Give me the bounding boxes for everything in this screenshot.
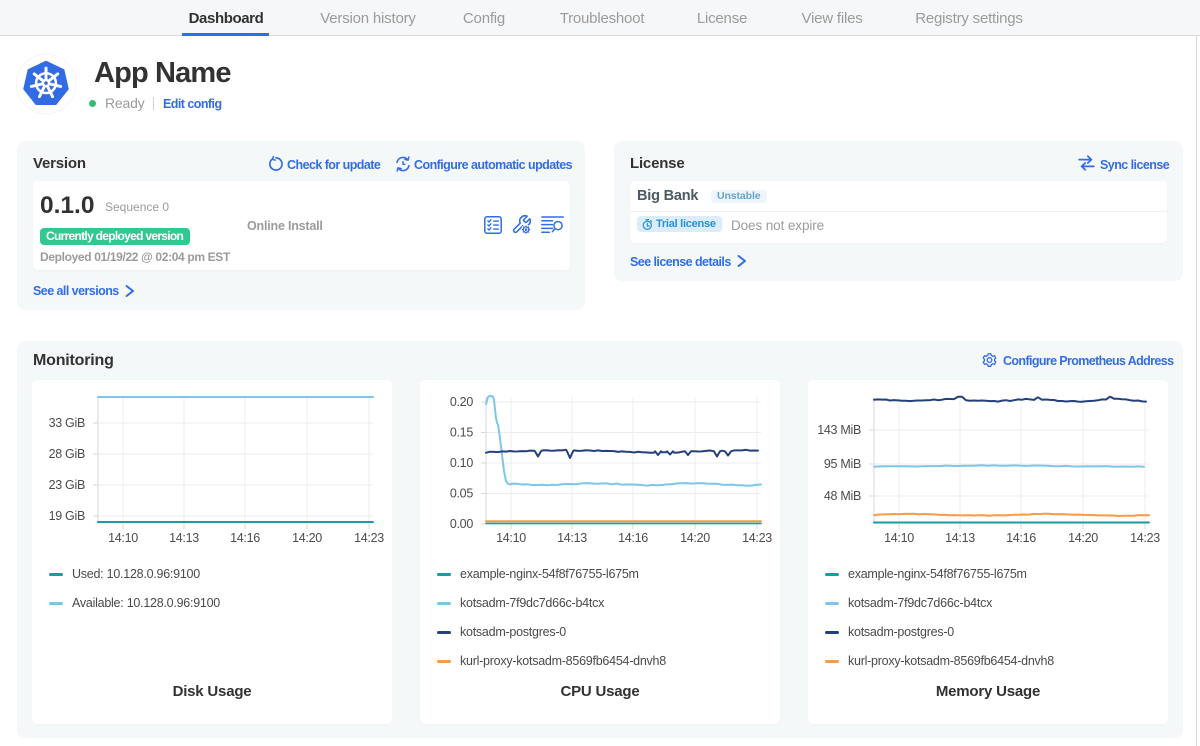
svg-text:14:20: 14:20 <box>292 531 322 545</box>
svg-text:14:16: 14:16 <box>230 531 260 545</box>
svg-text:14:10: 14:10 <box>496 531 526 545</box>
svg-text:23 GiB: 23 GiB <box>49 478 85 492</box>
svg-text:14:13: 14:13 <box>945 531 975 545</box>
svg-text:33 GiB: 33 GiB <box>49 416 85 430</box>
svg-text:14:20: 14:20 <box>680 531 710 545</box>
svg-text:14:10: 14:10 <box>884 531 914 545</box>
svg-text:95 MiB: 95 MiB <box>824 457 861 471</box>
svg-text:0.15: 0.15 <box>450 426 473 440</box>
svg-text:28 GiB: 28 GiB <box>49 447 85 461</box>
svg-text:14:13: 14:13 <box>557 531 587 545</box>
svg-text:14:20: 14:20 <box>1068 531 1098 545</box>
svg-text:0.20: 0.20 <box>450 395 473 409</box>
svg-text:14:23: 14:23 <box>1130 531 1160 545</box>
svg-text:14:16: 14:16 <box>1006 531 1036 545</box>
svg-text:0.05: 0.05 <box>450 487 473 501</box>
svg-text:0.00: 0.00 <box>450 517 473 531</box>
svg-text:0.10: 0.10 <box>450 456 473 470</box>
svg-text:19 GiB: 19 GiB <box>49 509 85 523</box>
svg-text:143 MiB: 143 MiB <box>817 423 861 437</box>
svg-text:14:23: 14:23 <box>742 531 772 545</box>
svg-text:14:23: 14:23 <box>354 531 384 545</box>
svg-text:14:13: 14:13 <box>169 531 199 545</box>
svg-text:14:10: 14:10 <box>108 531 138 545</box>
svg-text:48 MiB: 48 MiB <box>824 489 861 503</box>
svg-text:14:16: 14:16 <box>618 531 648 545</box>
